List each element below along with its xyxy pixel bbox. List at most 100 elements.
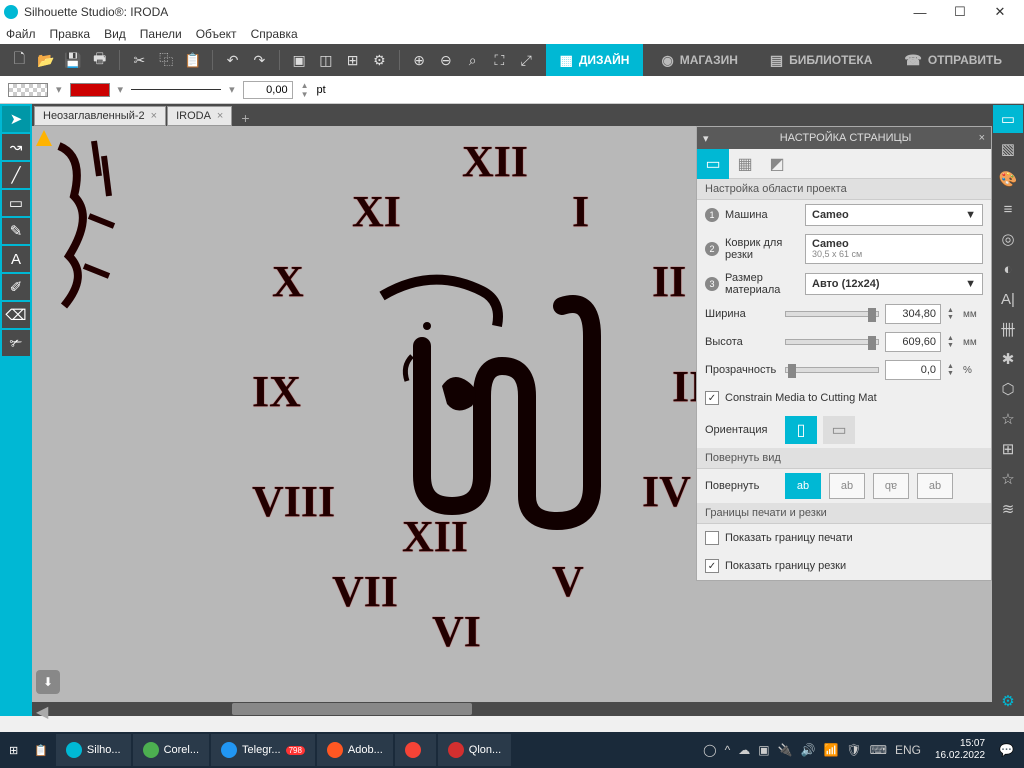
menu-panels[interactable]: Панели xyxy=(140,27,182,41)
fill-panel-icon[interactable]: 🎨 xyxy=(993,165,1023,193)
taskbar-item[interactable]: Silho... xyxy=(56,734,131,766)
line-width-input[interactable] xyxy=(243,81,293,99)
height-slider[interactable] xyxy=(785,339,879,345)
tray-volume-icon[interactable]: 🔊 xyxy=(801,743,816,757)
close-tab-icon[interactable]: × xyxy=(151,110,157,122)
open-icon[interactable]: 📂 xyxy=(35,48,58,72)
undo-icon[interactable]: ↶ xyxy=(221,48,244,72)
tab-library[interactable]: ▤БИБЛИОТЕКА xyxy=(756,44,887,76)
edit-points-tool[interactable]: ↝ xyxy=(2,134,30,160)
taskbar-item[interactable]: Qlon... xyxy=(438,734,511,766)
mat-dropdown[interactable]: Cameo30,5 x 61 см xyxy=(805,234,983,264)
page-setup-icon[interactable]: ▭ xyxy=(993,105,1023,133)
transform-icon[interactable]: ◐ xyxy=(993,255,1023,283)
menu-edit[interactable]: Правка xyxy=(50,27,91,41)
tray-chevron-icon[interactable]: ^ xyxy=(725,743,731,757)
group-icon[interactable]: ◫ xyxy=(315,48,338,72)
taskbar-item[interactable]: Telegr...798 xyxy=(211,734,315,766)
trace-icon[interactable]: ◎ xyxy=(993,225,1023,253)
save-icon[interactable]: 💾 xyxy=(62,48,85,72)
align-icon[interactable]: 卌 xyxy=(993,315,1023,343)
height-input[interactable]: 609,60 xyxy=(885,332,941,352)
width-slider[interactable] xyxy=(785,311,879,317)
add-tab-button[interactable]: + xyxy=(233,110,257,126)
settings-icon[interactable]: ⚙ xyxy=(368,48,391,72)
paste-icon[interactable]: 📋 xyxy=(182,48,205,72)
rotate-270[interactable]: ab xyxy=(917,473,953,499)
zoom-drag-icon[interactable]: ⤢ xyxy=(515,48,538,72)
tab-design[interactable]: ▦ДИЗАЙН xyxy=(546,44,644,76)
panel-tab-page[interactable]: ▭ xyxy=(697,149,729,179)
menu-file[interactable]: Файл xyxy=(6,27,36,41)
orient-portrait[interactable]: ▯ xyxy=(785,416,817,444)
start-button[interactable]: ⊞ xyxy=(1,734,26,766)
fill-swatch[interactable] xyxy=(8,83,48,97)
taskbar-item[interactable]: Corel... xyxy=(133,734,209,766)
copy-icon[interactable]: ⿻ xyxy=(155,48,178,72)
new-icon[interactable]: 🗋 xyxy=(8,48,31,72)
h-scrollbar[interactable]: ◀ xyxy=(32,702,992,716)
zoom-out-icon[interactable]: ⊖ xyxy=(435,48,458,72)
doc-tab-2[interactable]: IRODA× xyxy=(167,106,232,126)
taskbar-item[interactable]: Adob... xyxy=(317,734,393,766)
constrain-checkbox[interactable]: ✓ xyxy=(705,391,719,405)
panel-close-icon[interactable]: × xyxy=(979,132,985,144)
zoom-sel-icon[interactable]: ⌕ xyxy=(461,48,484,72)
cut-icon[interactable]: ✂ xyxy=(128,48,151,72)
tray-lang[interactable]: ENG xyxy=(895,743,921,757)
stroke-swatch[interactable] xyxy=(70,83,110,97)
warning-icon[interactable] xyxy=(36,130,52,146)
tray-power-icon[interactable]: 🔌 xyxy=(778,743,793,757)
close-tab-icon[interactable]: × xyxy=(217,110,223,122)
line-tool[interactable]: ╱ xyxy=(2,162,30,188)
nest-icon[interactable]: ⊞ xyxy=(993,435,1023,463)
text-panel-icon[interactable]: A| xyxy=(993,285,1023,313)
panel-tab-reg[interactable]: ◩ xyxy=(761,149,793,179)
rotate-180[interactable]: qɐ xyxy=(873,473,909,499)
select-tool[interactable]: ➤ xyxy=(2,106,30,132)
tab-send[interactable]: ☎ОТПРАВИТЬ xyxy=(890,44,1016,76)
tab-store[interactable]: ◉МАГАЗИН xyxy=(647,44,751,76)
task-search[interactable]: 📋 xyxy=(28,734,54,766)
show-cut-checkbox[interactable]: ✓ xyxy=(705,559,719,573)
tray-cloud-icon[interactable]: ☁ xyxy=(738,743,750,757)
tray-app-icon[interactable]: ▣ xyxy=(758,743,769,757)
rotate-0[interactable]: ab xyxy=(785,473,821,499)
redo-icon[interactable]: ↷ xyxy=(248,48,271,72)
panel-header[interactable]: ▾ НАСТРОЙКА СТРАНИЦЫ × xyxy=(697,127,991,149)
media-dropdown[interactable]: Авто (12x24)▼ xyxy=(805,273,983,295)
tray-clock[interactable]: 15:0716.02.2022 xyxy=(929,738,991,762)
replicate-icon[interactable]: ✱ xyxy=(993,345,1023,373)
width-input[interactable]: 304,80 xyxy=(885,304,941,324)
opacity-slider[interactable] xyxy=(785,367,879,373)
tray-shield-icon[interactable]: 🛡 xyxy=(846,743,861,757)
minimize-button[interactable]: — xyxy=(900,0,940,24)
menu-object[interactable]: Объект xyxy=(196,27,237,41)
text-tool[interactable]: A xyxy=(2,246,30,272)
panel-tab-grid[interactable]: ▦ xyxy=(729,149,761,179)
doc-tab-1[interactable]: Неозаглавленный-2× xyxy=(34,106,166,126)
ungroup-icon[interactable]: ⊞ xyxy=(341,48,364,72)
rotate-90[interactable]: ab xyxy=(829,473,865,499)
orient-landscape[interactable]: ▭ xyxy=(823,416,855,444)
zoom-fit-icon[interactable]: ⛶ xyxy=(488,48,511,72)
machine-dropdown[interactable]: Cameo▼ xyxy=(805,204,983,226)
taskbar-item[interactable] xyxy=(395,734,436,766)
maximize-button[interactable]: ☐ xyxy=(940,0,980,24)
menu-view[interactable]: Вид xyxy=(104,27,126,41)
note-tool[interactable]: ✐ xyxy=(2,274,30,300)
print-icon[interactable]: 🖶 xyxy=(88,48,111,72)
eraser-tool[interactable]: ⌫ xyxy=(2,302,30,328)
tray-notifications-icon[interactable]: 💬 xyxy=(999,743,1014,757)
opacity-input[interactable]: 0,0 xyxy=(885,360,941,380)
rect-tool[interactable]: ▭ xyxy=(2,190,30,216)
select-icon[interactable]: ▣ xyxy=(288,48,311,72)
freehand-tool[interactable]: ✎ xyxy=(2,218,30,244)
stipple-icon[interactable]: ☆ xyxy=(993,465,1023,493)
close-button[interactable]: ✕ xyxy=(980,0,1020,24)
offset-icon[interactable]: ☆ xyxy=(993,405,1023,433)
tray-browser-icon[interactable]: ◯ xyxy=(703,743,716,757)
line-panel-icon[interactable]: ≡ xyxy=(993,195,1023,223)
line-style-preview[interactable] xyxy=(131,89,221,90)
zoom-in-icon[interactable]: ⊕ xyxy=(408,48,431,72)
